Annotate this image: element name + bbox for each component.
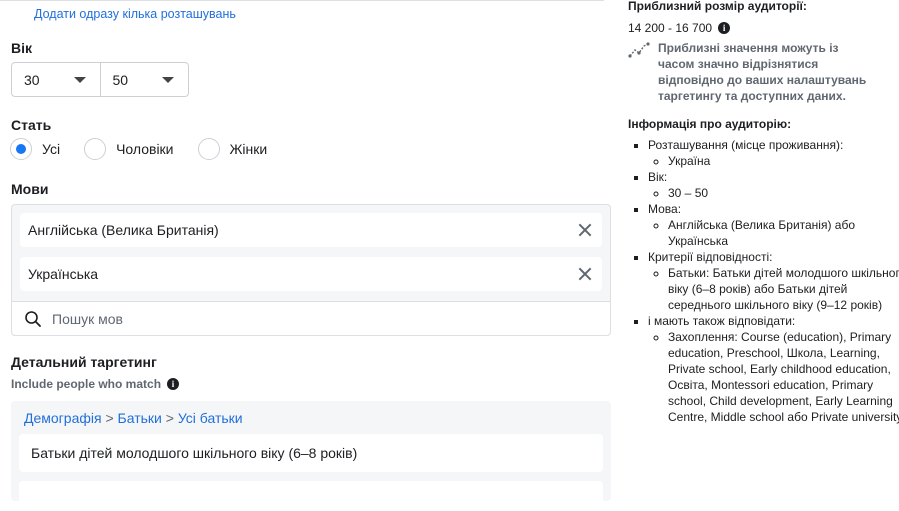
age-label: Вік — [11, 40, 33, 56]
breadcrumb-parents[interactable]: Батьки — [118, 410, 162, 426]
audience-detail-item: Мова: Англійська (Велика Британія) або У… — [648, 201, 899, 249]
trend-icon — [628, 42, 650, 58]
search-icon — [25, 310, 41, 327]
radio-button[interactable] — [197, 138, 220, 160]
audience-estimate-note: Приблизні значення можуть із часом значн… — [658, 41, 867, 103]
audience-size-range: 14 200 - 16 700 i — [628, 21, 731, 35]
breadcrumb-all-parents[interactable]: Усі батьки — [178, 410, 243, 426]
add-multiple-locations-link[interactable]: Додати одразу кілька розташувань — [34, 7, 236, 21]
audience-detail-value: Батьки: Батьки дітей молодшого шкільного… — [668, 265, 899, 313]
audience-detail-label: Критерії відповідності: — [648, 250, 773, 264]
audience-size-value: 14 200 - 16 700 — [628, 21, 713, 35]
language-search-input[interactable]: Пошук мов — [12, 301, 610, 335]
audience-detail-label: Мова: — [648, 202, 682, 216]
detailed-targeting-box: Демографія > Батьки > Усі батьки Батьки … — [11, 401, 611, 511]
languages-label: Мови — [11, 181, 49, 197]
targeting-item[interactable] — [19, 481, 603, 511]
gender-option-all[interactable]: Усі — [10, 138, 60, 160]
languages-box: Англійська (Велика Британія) Українська … — [11, 204, 611, 336]
age-min-value: 30 — [24, 71, 40, 88]
age-max-select[interactable]: 50 — [99, 63, 189, 96]
gender-option-women[interactable]: Жінки — [197, 138, 268, 160]
caret-down-icon — [73, 77, 86, 83]
close-icon[interactable] — [578, 267, 592, 281]
audience-detail-item: Вік: 30 – 50 — [648, 169, 899, 201]
gender-label: Стать — [11, 117, 52, 133]
audience-detail-label: Розташування (місце проживання): — [648, 138, 844, 152]
radio-button[interactable] — [84, 138, 107, 160]
audience-detail-item: Критерії відповідності: Батьки: Батьки д… — [648, 249, 899, 313]
breadcrumb-separator: > — [105, 410, 114, 426]
audience-detail-label: і мають також відповідати: — [648, 314, 796, 328]
age-min-select[interactable]: 30 — [12, 63, 100, 96]
gender-radio-group: Усі Чоловіки Жінки — [10, 138, 291, 160]
radio-button-checked[interactable] — [10, 138, 32, 160]
audience-detail-label: Вік: — [648, 170, 668, 184]
audience-details-list: Розташування (місце проживання): Україна… — [632, 137, 899, 425]
gender-option-label: Чоловіки — [116, 141, 174, 157]
language-chip-label: Українська — [28, 266, 99, 282]
info-icon[interactable]: i — [167, 378, 180, 390]
close-icon[interactable] — [578, 223, 592, 237]
gender-option-label: Жінки — [229, 141, 268, 157]
audience-info-title: Інформація про аудиторію: — [628, 117, 792, 131]
audience-detail-value: 30 – 50 — [668, 185, 899, 201]
audience-detail-value: Англійська (Велика Британія) або Українс… — [668, 217, 899, 249]
language-chip-label: Англійська (Велика Британія) — [28, 222, 219, 238]
audience-detail-value: Захоплення: Course (education), Primary … — [668, 329, 899, 425]
include-label: Include people who match i — [11, 377, 180, 391]
breadcrumb-demographics[interactable]: Демографія — [24, 410, 102, 426]
targeting-item[interactable]: Батьки дітей молодшого шкільного віку (6… — [19, 434, 603, 472]
age-max-value: 50 — [112, 71, 129, 88]
locations-box-bottom-border — [0, 0, 604, 1]
audience-detail-item: і мають також відповідати: Захоплення: C… — [648, 313, 899, 425]
breadcrumb-separator: > — [165, 410, 174, 426]
age-selector: 30 50 — [11, 62, 189, 97]
audience-detail-item: Розташування (місце проживання): Україна — [648, 137, 899, 169]
breadcrumb: Демографія > Батьки > Усі батьки — [24, 410, 243, 426]
language-search-placeholder: Пошук мов — [52, 310, 123, 327]
gender-option-men[interactable]: Чоловіки — [84, 138, 174, 160]
language-chip: Українська — [20, 257, 602, 291]
caret-down-icon — [162, 77, 174, 83]
detailed-targeting-label: Детальний таргетинг — [11, 354, 157, 370]
gender-option-label: Усі — [42, 141, 61, 157]
include-label-text: Include people who match — [11, 377, 162, 391]
audience-size-title: Приблизний розмір аудиторії: — [628, 0, 807, 13]
info-icon[interactable]: i — [718, 22, 731, 34]
targeting-item-label: Батьки дітей молодшого шкільного віку (6… — [31, 445, 358, 461]
language-chip: Англійська (Велика Британія) — [20, 213, 602, 247]
audience-detail-value: Україна — [668, 153, 899, 169]
